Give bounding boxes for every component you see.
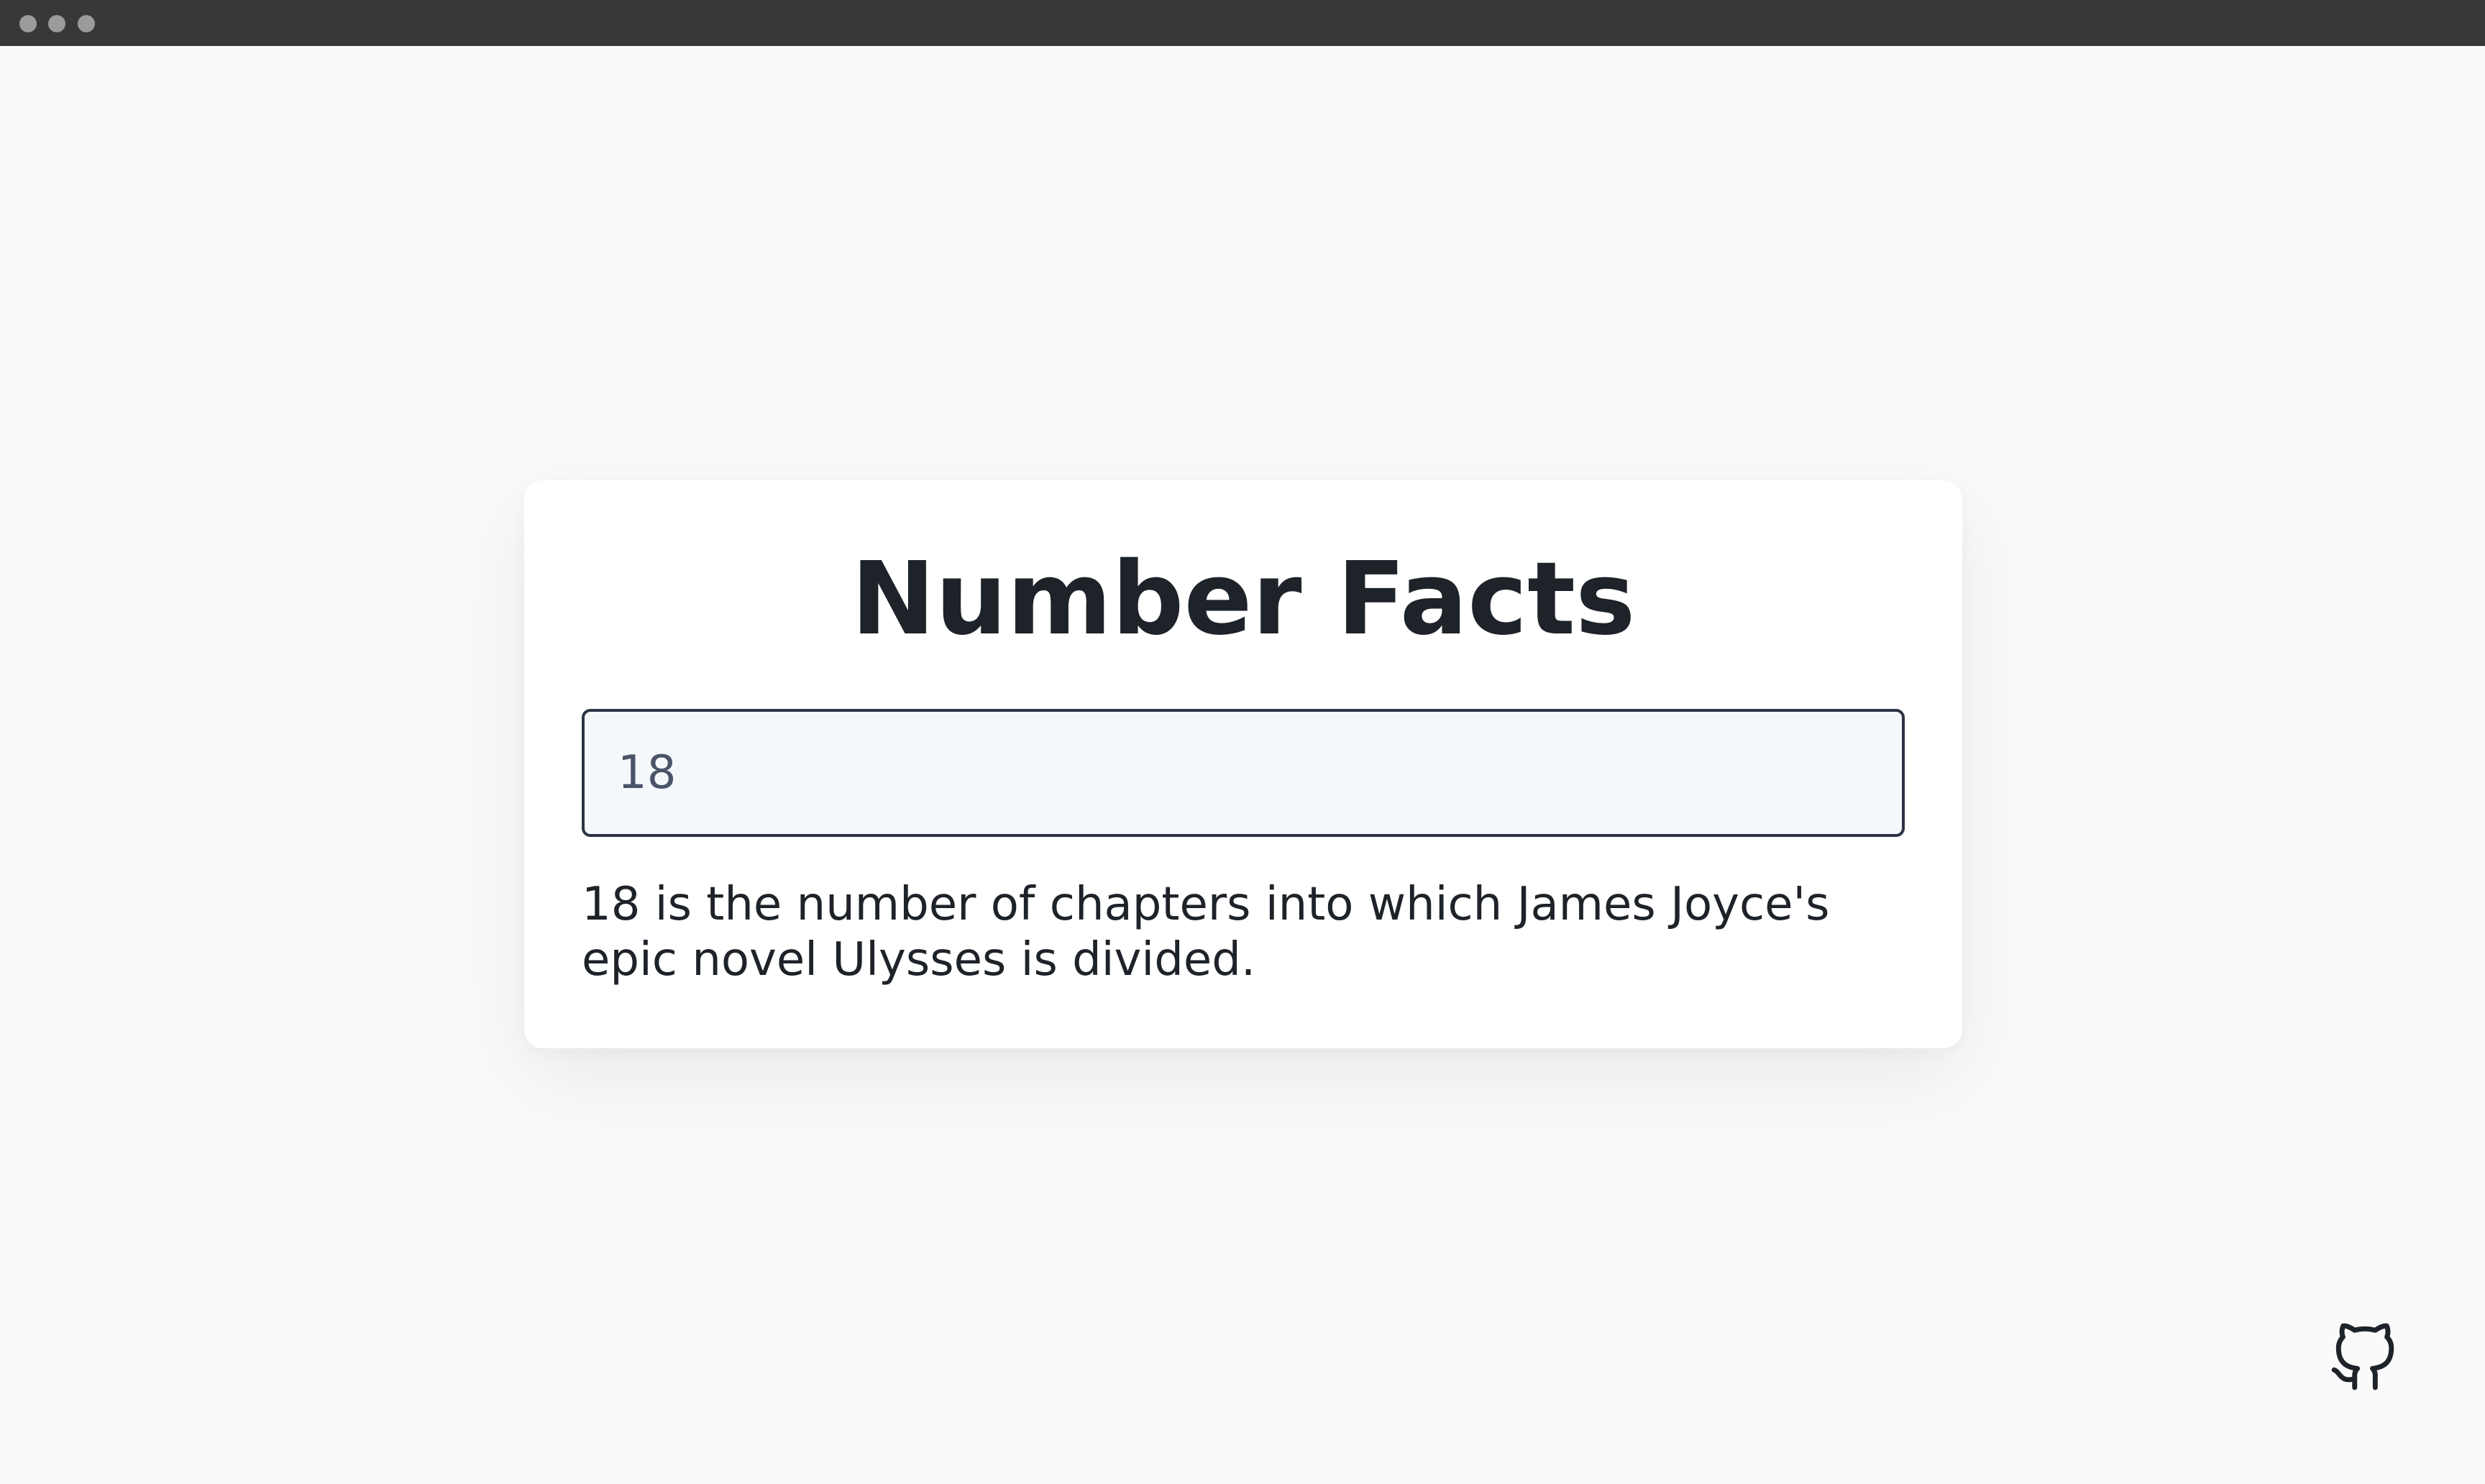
number-facts-card: Number Facts 18 is the number of chapter… — [524, 480, 1962, 1048]
number-input[interactable] — [582, 709, 1905, 837]
github-link[interactable] — [2328, 1323, 2399, 1393]
github-icon — [2331, 1323, 2394, 1391]
window-minimize-button[interactable] — [48, 15, 65, 32]
window-maximize-button[interactable] — [78, 15, 95, 32]
window-close-button[interactable] — [19, 15, 37, 32]
fact-text: 18 is the number of chapters into which … — [582, 878, 1830, 986]
window-titlebar — [0, 0, 2485, 46]
page-title: Number Facts — [851, 541, 1636, 658]
